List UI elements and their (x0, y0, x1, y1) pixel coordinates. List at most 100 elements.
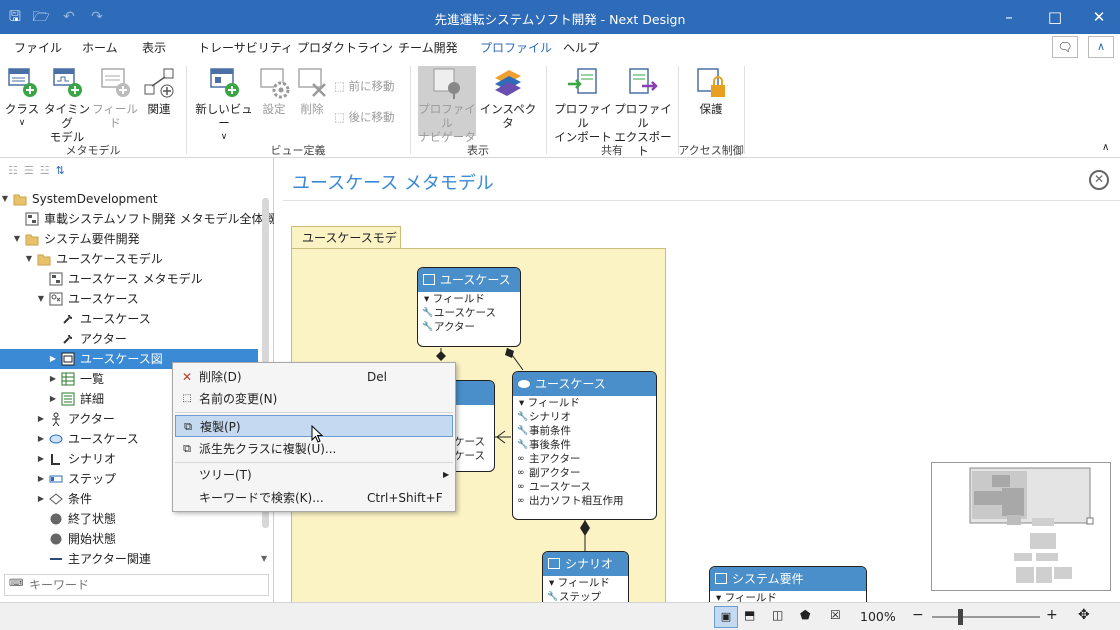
sync-icon[interactable]: ⇅ (56, 164, 71, 177)
usecase-node-main[interactable]: ユースケース ▾ フィールド 🔧 シナリオ 🔧 事前条件 🔧 事後条件 ∞ 主アクター … (512, 371, 657, 520)
inspector-label: インスペクタ (479, 102, 537, 130)
expand-arrow-icon[interactable]: ▶ (48, 369, 58, 389)
wrench-icon: 🔧 (422, 308, 434, 318)
menu-traceability[interactable]: トレーサビリティ (198, 39, 293, 56)
move-down-button[interactable]: ⬚ 後に移動 (334, 107, 395, 127)
menu-view[interactable]: 表示 (142, 39, 166, 56)
export-icon (626, 66, 660, 100)
tree-item-usecase-model[interactable]: ▼ ユースケースモデル (0, 249, 262, 269)
collapse-arrow-icon[interactable]: ▼ (12, 229, 22, 249)
expand-arrow-icon[interactable]: ▶ (36, 469, 46, 489)
tree-item-usecase-field[interactable]: ユースケース (0, 309, 262, 329)
maximize-button[interactable]: □ (1032, 0, 1078, 34)
delete-view-button[interactable]: 削除 (294, 66, 330, 116)
overview-minimap[interactable] (931, 462, 1111, 591)
zoom-slider[interactable] (932, 616, 1040, 618)
attr-label: 主アクター (529, 453, 581, 465)
move-up-button[interactable]: ⬚ 前に移動 (334, 76, 395, 96)
timing-label: タイミング (44, 102, 90, 130)
expand-arrow-icon[interactable]: ▶ (36, 489, 46, 509)
submenu-arrow-icon: ▶ (443, 470, 450, 479)
pan-icon[interactable]: ✥ (1078, 607, 1090, 623)
menu-item-delete[interactable]: ✕ 削除(D) Del (175, 366, 453, 388)
protect-button[interactable]: 保護 (690, 66, 732, 116)
layout-vertical-icon[interactable]: ◫ (772, 608, 783, 622)
tree-item-system-req[interactable]: ▼ システム要件開発 (0, 229, 262, 249)
zoom-out-icon[interactable]: − (912, 607, 924, 623)
tree-item-overview[interactable]: 車載システムソフト開発 メタモデル全体概要 (0, 209, 274, 229)
node-header: システム要件 (710, 567, 866, 591)
relation-button[interactable]: 関連 (140, 66, 178, 116)
expand-arrow-icon[interactable]: ▶ (36, 429, 46, 449)
expand-arrow-icon[interactable]: ▶ (48, 349, 58, 369)
menu-home[interactable]: ホーム (82, 39, 118, 56)
move-up-label: 前に移動 (348, 79, 395, 93)
tree-item-primary-actor-relation[interactable]: 主アクター関連 (0, 549, 262, 569)
comment-icon[interactable]: 🗨 (1052, 36, 1078, 58)
layout-horizontal-icon[interactable]: ⬒ (744, 608, 755, 622)
scroll-down-icon[interactable]: ▼ (261, 554, 267, 563)
inspector-icon (491, 66, 525, 100)
wrench-icon (61, 312, 75, 326)
state-icon (49, 532, 63, 546)
chevron-up-icon[interactable]: ∧ (1088, 36, 1114, 58)
menu-profile[interactable]: プロファイル (477, 39, 555, 62)
inspector-button[interactable]: インスペクタ (478, 66, 538, 130)
tree-item-usecase-metamodel[interactable]: ユースケース メタモデル (0, 269, 262, 289)
menu-item-tree[interactable]: ツリー(T) ▶ (175, 464, 453, 486)
display-group-label: 表示 (467, 144, 489, 157)
tree-item-end-state[interactable]: 終了状態 (0, 509, 262, 529)
collapse-arrow-icon[interactable]: ▼ (36, 289, 46, 309)
zoom-slider-thumb[interactable] (958, 609, 963, 625)
layout-3d-icon[interactable]: ⬟ (800, 608, 810, 622)
node-title: システム要件 (732, 572, 804, 586)
attr-row: 🔧 ユースケース (418, 306, 520, 320)
new-view-button[interactable]: 新しいビュー ∨ (194, 66, 254, 144)
copy-icon[interactable]: ☳ (40, 164, 56, 177)
close-button[interactable]: ✕ (1076, 0, 1120, 34)
menu-productline[interactable]: プロダクトライン (297, 39, 393, 56)
profile-navigator-button[interactable]: プロファイル ナビゲータ (418, 66, 476, 144)
tree-item-label: アクター (68, 412, 115, 426)
expand-arrow-icon[interactable]: ▶ (36, 409, 46, 429)
menu-item-rename[interactable]: ⬚ 名前の変更(N) (175, 388, 453, 410)
folder-icon (13, 192, 27, 206)
usecase-node-top[interactable]: ユースケース ▾ フィールド 🔧 ユースケース 🔧 アクター (417, 267, 521, 347)
settings-button[interactable]: 設定 (256, 66, 292, 116)
move-up-icon: ⬚ (334, 79, 345, 93)
menu-item-label: ツリー(T) (199, 468, 252, 482)
usecase-class-icon (423, 274, 435, 285)
layout-single-icon[interactable]: ▣ (714, 606, 738, 628)
search-box[interactable]: ⌨ (4, 574, 269, 596)
field-button[interactable]: フィールド (92, 66, 138, 130)
fit-view-icon[interactable]: ☒ (830, 608, 841, 622)
wrench-icon: 🔧 (517, 412, 529, 422)
link-icon: ∞ (517, 496, 525, 506)
expand-arrow-icon[interactable]: ▶ (36, 449, 46, 469)
class-button[interactable]: クラス ∨ (4, 66, 40, 130)
gear-icon (257, 66, 291, 100)
menu-item-keyword-search[interactable]: キーワードで検索(K)... Ctrl+Shift+F (175, 487, 453, 509)
minimize-button[interactable]: – (986, 0, 1032, 34)
collapse-arrow-icon[interactable]: ▼ (0, 189, 10, 209)
delete-x-icon: ✕ (181, 370, 193, 384)
tree-item-start-state[interactable]: 開始状態 (0, 529, 262, 549)
collapse-ribbon-icon[interactable]: ∧ (1102, 142, 1109, 153)
tree-item-systemdevelopment[interactable]: ▼ SystemDevelopment (0, 189, 262, 209)
rename-icon: ⬚ (182, 393, 192, 404)
ribbon: クラス ∨ タイミング モデル フィールド 関連 メタモデル 新しいビュー ∨ 設定 … (0, 60, 1120, 158)
expand-arrow-icon[interactable]: ▶ (48, 389, 58, 409)
menu-team[interactable]: チーム開発 (398, 39, 458, 56)
collapse-arrow-icon[interactable]: ▼ (24, 249, 34, 269)
expand-icon[interactable]: ☷ (8, 164, 24, 177)
keyword-input[interactable] (29, 576, 259, 594)
add-icon[interactable]: ☰ (24, 164, 40, 177)
tree-item-usecase-class[interactable]: ▼ ユースケース (0, 289, 262, 309)
tree-item-actor-field[interactable]: アクター (0, 329, 262, 349)
timing-model-button[interactable]: タイミング モデル (44, 66, 90, 144)
profile-import-button[interactable]: プロファイル インポート (554, 66, 612, 144)
menu-file[interactable]: ファイル (14, 39, 62, 56)
attr-label: 事後条件 (529, 439, 571, 451)
menu-help[interactable]: ヘルプ (563, 39, 599, 56)
zoom-in-icon[interactable]: + (1046, 607, 1058, 623)
